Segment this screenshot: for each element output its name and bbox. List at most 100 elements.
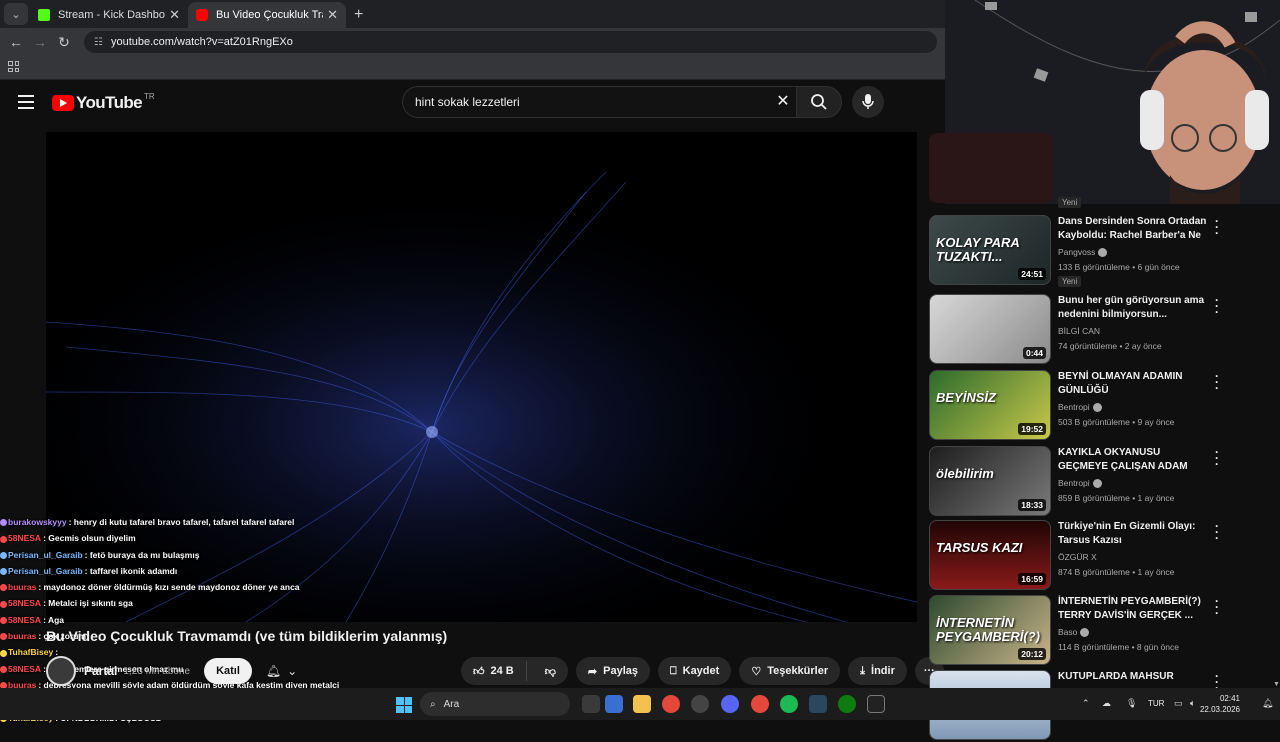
back-icon[interactable]: ← [4,34,28,50]
recommendation-item[interactable]: 0:44 Bunu her gün görüyorsun ama nedenini… [929,294,1229,366]
discord-icon[interactable] [721,695,739,713]
channel-name[interactable]: Partal [84,664,117,678]
close-tab-icon[interactable]: ✕ [327,7,338,23]
mic-tray-icon[interactable]: 🎙︎ [1126,698,1137,709]
reload-icon[interactable]: ↻ [52,34,76,51]
recommendation-title[interactable]: Türkiye'nin En Gizemli Olayı: Tarsus Kaz… [1058,520,1208,548]
taskbar-search[interactable]: ⌕ Ara [420,692,570,716]
tab-kick-dashboard[interactable]: Stream - Kick Dashboard ✕ [30,2,188,28]
view-count: 874 B görüntüleme [1058,567,1130,577]
chat-username[interactable]: 58NESA [8,664,41,674]
clear-search-icon[interactable]: ✕ [770,86,796,118]
recommendation-title[interactable]: KAYIKLA OKYANUSU GEÇMEYE ÇALIŞAN ADAM [1058,446,1208,474]
recommendation-item[interactable]: TARSUS KAZI 16:59 Türkiye'nin En Gizemli O… [929,520,1229,592]
chat-username[interactable]: buuras [8,582,36,592]
voice-search-button[interactable] [852,86,884,118]
recommendation-title[interactable]: BEYNİ OLMAYAN ADAMIN GÜNLÜĞÜ [1058,370,1208,398]
like-button[interactable]: 👍︎ 24 B [461,661,527,681]
recommendation-thumbnail[interactable]: TARSUS KAZI 16:59 [929,520,1051,590]
tray-chevron-up-icon[interactable]: ⌃ [1082,698,1090,709]
network-icon[interactable]: ▭ [1174,698,1183,709]
join-button[interactable]: Katıl [204,658,252,684]
recommendation-channel[interactable]: Bentropi [1058,478,1090,488]
more-options-icon[interactable]: ··· [1212,370,1222,394]
recommendation-item[interactable]: KOLAY PARA TUZAKTI... 24:51 Dans Dersinden… [929,215,1229,287]
share-button[interactable]: ➦ Paylaş [575,657,651,685]
epic-games-icon[interactable] [867,695,885,713]
recommendation-title[interactable]: Bunu her gün görüyorsun ama nedenini bil… [1058,294,1208,322]
recommendation-channel[interactable]: Pangvoss [1058,247,1095,257]
recommendation-title[interactable]: KUTUPLARDA MAHSUR [1058,670,1208,684]
chrome-active-icon[interactable] [751,695,769,713]
xbox-icon[interactable] [838,695,856,713]
store-icon[interactable] [605,695,623,713]
scroll-down-arrow-icon[interactable]: ▼ [1273,681,1280,688]
new-tab-button[interactable]: + [354,6,363,24]
chat-message: 58NESA: Metalci işi sıkıntı sga [0,595,340,611]
new-badge: Yeni [1058,197,1082,208]
system-clock[interactable]: 02:41 22.03.2026 [1200,693,1240,715]
recommendation-thumbnail[interactable]: BEYİNSİZ 19:52 [929,370,1051,440]
more-options-icon[interactable]: ··· [1212,595,1222,619]
more-options-icon[interactable]: ··· [1212,215,1222,239]
search-input[interactable]: hint sokak lezzetleri [402,86,770,118]
recommendation-thumbnail[interactable]: ölebilirim 18:33 [929,446,1051,516]
tab-search-button[interactable]: ⌄ [4,3,28,25]
site-info-icon[interactable]: ☷ [94,37,103,48]
close-tab-icon[interactable]: ✕ [169,7,180,23]
chat-username[interactable]: Perisan_ul_Garaib [8,566,83,576]
keyboard-language[interactable]: TUR [1148,699,1164,708]
recommendation-channel[interactable]: BİLGİ CAN [1058,326,1100,336]
recommendation-thumbnail-partial[interactable] [929,133,1053,203]
recommendation-title[interactable]: Dans Dersinden Sonra Ortadan Kayboldu: R… [1058,215,1208,243]
url-field[interactable]: ☷ youtube.com/watch?v=atZ01RngEXo [84,31,937,53]
more-options-icon[interactable]: ··· [1212,294,1222,318]
chat-username[interactable]: burakowskyyy [8,517,67,527]
chat-username[interactable]: 58NESA [8,533,41,543]
file-explorer-icon[interactable] [633,695,651,713]
recommendation-channel[interactable]: Bentropi [1058,402,1090,412]
save-button[interactable]: ⎕ Kaydet [658,657,732,685]
cloud-icon[interactable]: ☁︎ [1102,698,1111,709]
more-options-icon[interactable]: ··· [1212,446,1222,470]
youtube-logo[interactable]: YouTube TR [52,92,155,113]
recommendation-item[interactable]: ölebilirim 18:33 KAYIKLA OKYANUSU GEÇMEYE … [929,446,1229,518]
chat-username[interactable]: Perisan_ul_Garaib [8,550,83,560]
chrome-icon[interactable] [662,695,680,713]
chat-username[interactable]: 58NESA [8,615,41,625]
recommendation-thumbnail[interactable]: İNTERNETİN PEYGAMBERİ(?) 20:12 [929,595,1051,665]
recommendation-title[interactable]: İNTERNETİN PEYGAMBERİ(?) TERRY DAVİS'İN … [1058,595,1208,623]
download-button[interactable]: ⤓ İndir [848,657,907,685]
steam-icon[interactable] [809,695,827,713]
chat-username[interactable]: buuras [8,631,36,641]
bookmark-icon: ⎕ [670,664,677,677]
meta-separator: • [1129,567,1138,577]
spotify-icon[interactable] [780,695,798,713]
recommendation-channel[interactable]: Baso [1058,627,1077,637]
subscription-bell-button[interactable]: 🔔︎ ⌄ [266,664,297,678]
forward-icon[interactable]: → [28,34,52,50]
recommendation-channel-row: Baso [1058,627,1090,638]
dislike-button[interactable]: 👎︎ [533,665,568,678]
page-scrollbar[interactable]: ▼ [1270,133,1280,688]
tab-youtube-video[interactable]: Bu Video Çocukluk Travmamdı ✕ [188,2,346,28]
chat-username[interactable]: 58NESA [8,598,41,608]
windows-start-icon[interactable] [396,697,412,713]
thanks-button[interactable]: ♡ Teşekkürler [739,657,841,685]
view-count: 503 B görüntüleme [1058,417,1130,427]
recommendation-item[interactable]: BEYİNSİZ 19:52 BEYNİ OLMAYAN ADAMIN GÜNLÜĞ… [929,370,1229,442]
apps-grid-icon[interactable] [8,61,19,72]
recommendation-item[interactable]: İNTERNETİN PEYGAMBERİ(?) 20:12 İNTERNETİN … [929,595,1229,667]
recommendation-thumbnail[interactable]: KOLAY PARA TUZAKTI... 24:51 [929,215,1051,285]
notification-bell-icon[interactable]: 🔔︎ [1262,698,1273,709]
volume-icon[interactable]: 🔈︎ [1190,698,1195,709]
search-button[interactable] [796,86,842,118]
recommendation-thumbnail[interactable]: 0:44 [929,294,1051,364]
search-bar: hint sokak lezzetleri ✕ [402,86,842,118]
recommendation-channel[interactable]: ÖZGÜR X [1058,552,1097,562]
app-icon[interactable] [691,695,709,713]
more-options-icon[interactable]: ··· [1212,520,1222,544]
task-view-icon[interactable] [582,695,600,713]
channel-avatar[interactable] [46,656,76,686]
menu-icon[interactable] [18,95,34,109]
